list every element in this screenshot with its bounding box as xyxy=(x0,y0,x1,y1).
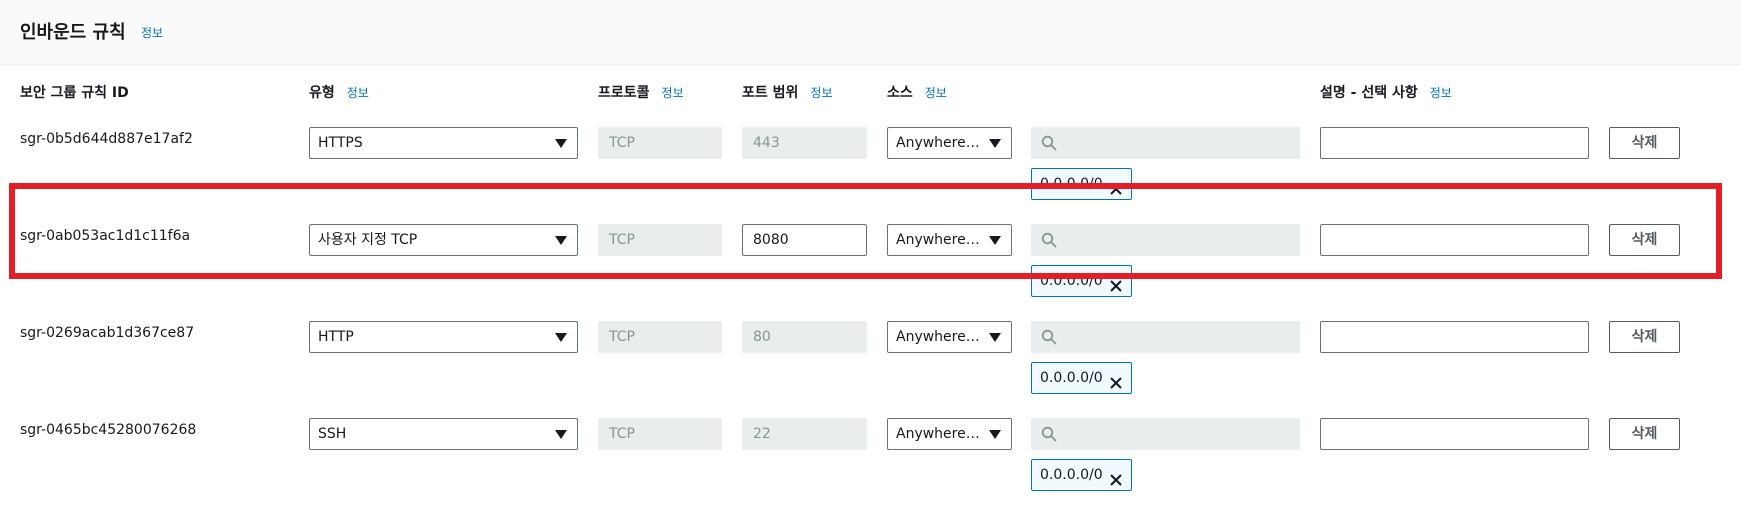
type-select-value: HTTP xyxy=(318,329,354,345)
type-select[interactable]: HTTPS xyxy=(309,127,578,159)
source-select-value: Anywhere-... xyxy=(896,426,983,442)
column-header-description: 설명 - 선택 사항 정보 xyxy=(1320,82,1452,102)
port-range-info-link[interactable]: 정보 xyxy=(810,86,832,100)
type-select-value: SSH xyxy=(318,426,347,442)
description-input[interactable] xyxy=(1320,321,1589,353)
column-header-port-range: 포트 범위 정보 xyxy=(742,82,833,102)
source-select-value: Anywhere-... xyxy=(896,329,983,345)
title-info-link[interactable]: 정보 xyxy=(141,24,163,41)
search-icon xyxy=(1041,329,1057,345)
caret-down-icon xyxy=(555,430,567,439)
description-input[interactable] xyxy=(1320,127,1589,159)
inbound-rules-header: 인바운드 규칙 정보 xyxy=(0,0,1741,65)
type-select[interactable]: HTTP xyxy=(309,321,578,353)
type-select-value: HTTPS xyxy=(318,135,363,151)
close-icon[interactable] xyxy=(1109,468,1123,486)
security-group-rule-id: sgr-0b5d644d887e17af2 xyxy=(20,131,193,147)
protocol-input: TCP xyxy=(598,418,722,450)
search-icon xyxy=(1041,135,1057,151)
source-select[interactable]: Anywhere-... xyxy=(887,418,1012,450)
cidr-search-input[interactable] xyxy=(1031,127,1300,159)
delete-button[interactable]: 삭제 xyxy=(1609,127,1680,159)
highlight-box xyxy=(9,183,1722,279)
source-select[interactable]: Anywhere-... xyxy=(887,321,1012,353)
security-group-rule-id: sgr-0269acab1d367ce87 xyxy=(20,325,195,341)
cidr-token-label: 0.0.0.0/0 xyxy=(1040,467,1103,483)
protocol-input: TCP xyxy=(598,321,722,353)
page-title: 인바운드 규칙 xyxy=(20,22,126,43)
column-label: 유형 xyxy=(309,85,335,101)
search-icon xyxy=(1041,426,1057,442)
column-header-rule-id: 보안 그룹 규칙 ID xyxy=(20,82,129,102)
cidr-token-label: 0.0.0.0/0 xyxy=(1040,370,1103,386)
caret-down-icon xyxy=(989,430,1001,439)
type-info-link[interactable]: 정보 xyxy=(347,86,369,100)
protocol-info-link[interactable]: 정보 xyxy=(662,86,684,100)
column-header-type: 유형 정보 xyxy=(309,82,369,102)
source-select-value: Anywhere-... xyxy=(896,135,983,151)
type-select[interactable]: SSH xyxy=(309,418,578,450)
port-range-input: 22 xyxy=(742,418,867,450)
caret-down-icon xyxy=(989,333,1001,342)
description-info-link[interactable]: 정보 xyxy=(1430,86,1452,100)
delete-button[interactable]: 삭제 xyxy=(1609,321,1680,353)
port-range-input: 80 xyxy=(742,321,867,353)
caret-down-icon xyxy=(989,139,1001,148)
cidr-token: 0.0.0.0/0 xyxy=(1031,459,1132,491)
caret-down-icon xyxy=(555,139,567,148)
column-header-source: 소스 정보 xyxy=(887,82,947,102)
caret-down-icon xyxy=(555,333,567,342)
close-icon[interactable] xyxy=(1109,371,1123,389)
security-group-rule-id: sgr-0465bc45280076268 xyxy=(20,422,197,438)
source-info-link[interactable]: 정보 xyxy=(925,86,947,100)
column-label: 보안 그룹 규칙 ID xyxy=(20,85,129,101)
delete-button[interactable]: 삭제 xyxy=(1609,418,1680,450)
column-label: 설명 - 선택 사항 xyxy=(1320,85,1418,101)
column-header-protocol: 프로토콜 정보 xyxy=(598,82,684,102)
column-label: 프로토콜 xyxy=(598,85,650,101)
protocol-input: TCP xyxy=(598,127,722,159)
cidr-search-input[interactable] xyxy=(1031,418,1300,450)
port-range-input: 443 xyxy=(742,127,867,159)
column-label: 포트 범위 xyxy=(742,85,799,101)
column-label: 소스 xyxy=(887,85,913,101)
cidr-search-input[interactable] xyxy=(1031,321,1300,353)
description-input[interactable] xyxy=(1320,418,1589,450)
source-select[interactable]: Anywhere-... xyxy=(887,127,1012,159)
cidr-token: 0.0.0.0/0 xyxy=(1031,362,1132,394)
